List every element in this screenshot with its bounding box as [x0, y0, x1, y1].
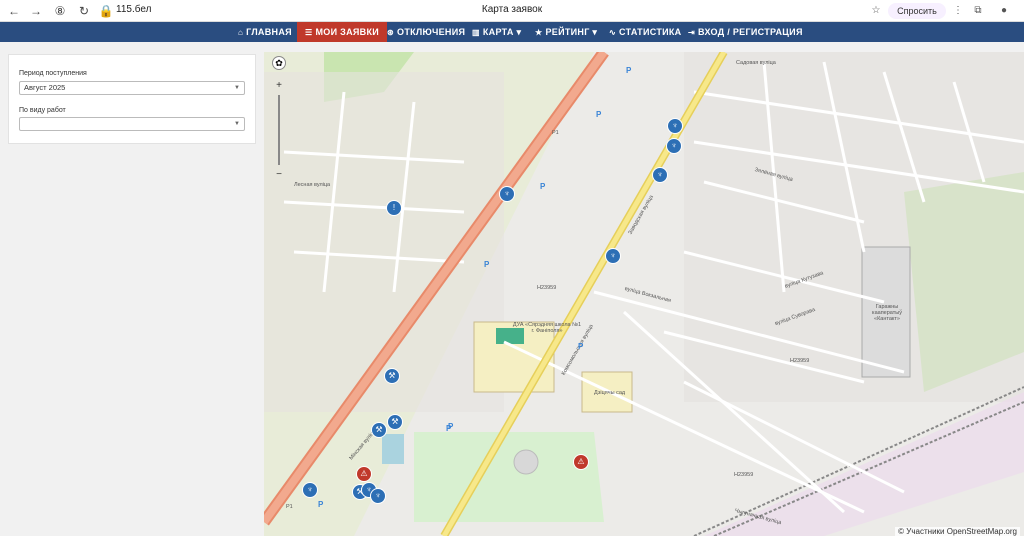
request-marker-lamp[interactable]: ♆: [667, 118, 683, 134]
chevron-down-icon: ▼: [234, 121, 240, 127]
road-label: H23959: [537, 285, 557, 291]
zoom-slider-track[interactable]: [278, 95, 280, 165]
roundabout: [513, 449, 539, 475]
request-marker-lamp[interactable]: ♆: [499, 186, 515, 202]
request-marker-lamp[interactable]: ♆: [666, 138, 682, 154]
outage-icon: ⊛: [387, 28, 395, 37]
chevron-down-icon: ▼: [234, 85, 240, 91]
nav-statistics[interactable]: ∿ СТАТИСТИКА: [609, 22, 681, 42]
parking-icon: P: [448, 422, 454, 431]
main-navigation: ⌂ ГЛАВНАЯ ☰ МОИ ЗАЯВКИ ⊛ ОТКЛЮЧЕНИЯ ▥ КАРТА …: [0, 22, 1024, 42]
parking-icon: P: [318, 500, 324, 509]
period-value: Август 2025: [24, 83, 66, 92]
nav-home[interactable]: ⌂ ГЛАВНАЯ: [238, 22, 292, 42]
road-label: P1: [286, 504, 293, 510]
parking-icon: P: [596, 110, 602, 119]
ask-button[interactable]: Спросить: [888, 3, 946, 19]
zoom-out-button[interactable]: −: [272, 169, 286, 180]
request-marker-lamp[interactable]: ♆: [370, 488, 386, 504]
work-type-label: По виду работ: [19, 107, 66, 114]
parking-icon: P: [540, 182, 546, 191]
map-icon: ▥: [472, 28, 480, 37]
zoom-control: ✿ + −: [272, 56, 286, 180]
request-marker-cleaning[interactable]: ⚒: [387, 414, 403, 430]
request-marker-lamp[interactable]: ♆: [652, 167, 668, 183]
road-label: H23959: [734, 472, 754, 478]
street-label: Садовая вуліца: [736, 60, 776, 66]
extensions-icon[interactable]: ⧉: [970, 3, 986, 19]
road-label: H23959: [790, 358, 810, 364]
school-label: ДУА «Сярэдняя школа №1 г. Фаніполя»: [512, 322, 582, 334]
request-marker-lamp[interactable]: ♆: [605, 248, 621, 264]
ask-label: Спросить: [897, 6, 937, 16]
pond: [382, 434, 404, 464]
request-marker-urgent[interactable]: ⚠: [356, 466, 372, 482]
zoom-reset-icon[interactable]: ✿: [272, 56, 286, 70]
period-label: Период поступления: [19, 70, 87, 77]
nav-outages[interactable]: ⊛ ОТКЛЮЧЕНИЯ: [387, 22, 465, 42]
park-area-south: [414, 432, 604, 522]
back-icon[interactable]: ←: [6, 3, 22, 19]
request-marker-urgent[interactable]: ⚠: [573, 454, 589, 470]
nav-login[interactable]: ⇥ ВХОД / РЕГИСТРАЦИЯ: [688, 22, 803, 42]
request-marker-cleaning[interactable]: ⚒: [371, 422, 387, 438]
parking-icon: P: [578, 342, 584, 351]
star-icon: ★: [535, 28, 543, 37]
chart-icon: ∿: [609, 28, 617, 37]
lock-icon: 🔒: [98, 4, 114, 18]
map-attribution[interactable]: © Участники OpenStreetMap.org: [895, 527, 1020, 536]
parking-icon: P: [484, 260, 490, 269]
zoom-in-button[interactable]: +: [272, 80, 286, 91]
forward-icon[interactable]: →: [28, 3, 44, 19]
nav-my-requests[interactable]: ☰ МОИ ЗАЯВКИ: [297, 22, 388, 42]
map-view[interactable]: ✿ + − ДУА «Сярэдняя школа №1 г. Фаніполя…: [264, 52, 1024, 536]
browser-toolbar: ← → ⑧ ↻ 🔒 115.бел Карта заявок ☆ Спросит…: [0, 0, 1024, 22]
reload-icon[interactable]: ↻: [76, 3, 92, 19]
nav-rating[interactable]: ★ РЕЙТИНГ ▾: [535, 22, 597, 42]
more-icon[interactable]: ⋮: [950, 3, 966, 19]
filter-panel: Период поступления Август 2025 ▼ По виду…: [8, 54, 256, 144]
street-label: Лесная вуліца: [294, 182, 331, 188]
login-icon: ⇥: [688, 28, 696, 37]
parking-icon: P: [626, 66, 632, 75]
profile-icon[interactable]: ●: [996, 3, 1012, 19]
bookmark-icon[interactable]: ☆: [868, 3, 884, 19]
address-bar[interactable]: 115.бел: [116, 4, 151, 15]
list-icon: ☰: [305, 28, 313, 37]
nav-map[interactable]: ▥ КАРТА ▾: [472, 22, 521, 42]
request-marker-info[interactable]: !: [386, 200, 402, 216]
home-icon: ⌂: [238, 28, 244, 37]
road-label: P1: [552, 130, 559, 136]
request-marker-cleaning[interactable]: ⚒: [384, 368, 400, 384]
period-select[interactable]: Август 2025 ▼: [19, 81, 245, 95]
browser-logo-icon[interactable]: ⑧: [52, 3, 68, 19]
request-marker-lamp[interactable]: ♆: [302, 482, 318, 498]
garages-label: Гаражны кааператыў «Кантакт»: [872, 304, 902, 322]
kindergarten-label: Дзіцячы сад: [594, 390, 626, 396]
work-type-select[interactable]: ▼: [19, 117, 245, 131]
